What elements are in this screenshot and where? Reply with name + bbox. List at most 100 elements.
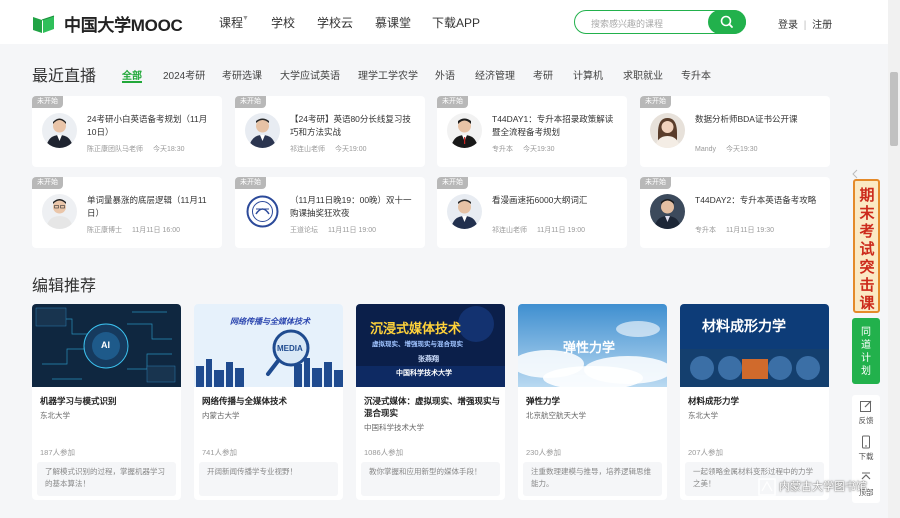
tab-science-engineering[interactable]: 理学工学农学 [358, 67, 418, 82]
login-link[interactable]: 登录 [778, 20, 798, 31]
register-link[interactable]: 注册 [812, 20, 832, 31]
cover-school: 中国科学技术大学 [396, 370, 452, 377]
course-school[interactable]: 内蒙古大学 [202, 410, 240, 421]
course-cover[interactable]: 材料成形力学 [680, 304, 829, 387]
live-time: 今天19:30 [726, 146, 758, 153]
course-school[interactable]: 中国科学技术大学 [364, 422, 424, 433]
course-cover[interactable]: AI [32, 304, 181, 387]
tab-2024-kaoyan[interactable]: 2024考研 [163, 67, 205, 82]
live-title[interactable]: （11月11日晚19：00晚）双十一购课抽奖狂欢夜 [290, 194, 418, 220]
live-meta: 专升本 今天19:30 [492, 144, 555, 154]
live-meta: 陈正康博士 11月11日 16:00 [87, 225, 180, 235]
cover-title: 材料成形力学 [702, 318, 786, 334]
nav-download-app[interactable]: 下载APP [432, 14, 480, 31]
exam-promo-banner[interactable]: 期末考试突击课 [853, 179, 880, 313]
course-card[interactable]: 沉浸式媒体技术 虚拟现实、增强现实与混合现实 张燕翔 中国科学技术大学 沉浸式媒… [356, 304, 505, 500]
live-card[interactable]: 未开始 数据分析师BDA证书公开课 Mandy 今天19:30 [640, 96, 830, 167]
live-title[interactable]: 单词量暴涨的底层逻辑（11月11日） [87, 194, 215, 220]
course-enrollment: 230人参加 [526, 448, 562, 457]
status-badge: 未开始 [640, 96, 671, 108]
tab-kaoyan-course[interactable]: 考研选课 [222, 67, 262, 82]
nav-schools[interactable]: 学校 [271, 14, 295, 31]
course-school[interactable]: 东北大学 [688, 410, 718, 421]
course-title[interactable]: 机器学习与模式识别 [40, 395, 176, 407]
collapse-arrow-icon[interactable] [852, 166, 858, 179]
course-cover[interactable]: 弹性力学 [518, 304, 667, 387]
chevron-down-icon[interactable]: ▼ [242, 15, 249, 22]
tab-all[interactable]: 全部 [122, 67, 142, 82]
live-author: 王道论坛 [290, 227, 318, 234]
live-title[interactable]: 24考研小白英语备考规划（11月10日） [87, 113, 215, 139]
live-title[interactable]: 数据分析师BDA证书公开课 [695, 113, 823, 126]
live-author: 祁连山老师 [290, 146, 325, 153]
scrollbar-thumb[interactable] [890, 72, 898, 146]
live-card[interactable]: 未开始 （11月11日晚19：00晚）双十一购课抽奖狂欢夜 王道论坛 11月11日… [235, 177, 425, 248]
avatar [650, 194, 685, 229]
tab-economics[interactable]: 经济管理 [475, 67, 515, 82]
live-card[interactable]: 未开始 【24考研】英语80分长线复习技巧和方法实战 祁连山老师 今天19:00 [235, 96, 425, 167]
live-author: 祁连山老师 [492, 227, 527, 234]
course-title[interactable]: 材料成形力学 [688, 395, 824, 407]
avatar [42, 113, 77, 148]
course-title[interactable]: 沉浸式媒体：虚拟现实、增强现实与混合现实 [364, 395, 500, 419]
course-school[interactable]: 东北大学 [40, 410, 70, 421]
live-card[interactable]: 未开始 T44DAY2：专升本英语备考攻略 专升本 11月11日 19:30 [640, 177, 830, 248]
live-meta: 专升本 11月11日 19:30 [695, 225, 774, 235]
course-cover[interactable]: 沉浸式媒体技术 虚拟现实、增强现实与混合现实 张燕翔 中国科学技术大学 [356, 304, 505, 387]
status-badge: 未开始 [437, 177, 468, 189]
live-card[interactable]: 未开始 24考研小白英语备考规划（11月10日） 陈正康团队马老师 今天18:30 [32, 96, 222, 167]
course-card[interactable]: AI 机器学习与模式识别 东北大学 187人参加 了解模式识别的过程，掌握机器学… [32, 304, 181, 500]
live-time: 今天18:30 [153, 146, 185, 153]
search-box[interactable]: 搜索感兴趣的课程 [574, 10, 746, 34]
feedback-button[interactable]: 反馈 [852, 399, 880, 426]
live-meta: 陈正康团队马老师 今天18:30 [87, 144, 185, 154]
search-button[interactable] [708, 10, 746, 34]
nav-mooc-class[interactable]: 慕课堂 [375, 14, 411, 31]
tab-foreign-language[interactable]: 外语 [435, 67, 455, 82]
course-card[interactable]: 网络传播与全媒体技术 MEDIA 网络传播与全媒体技术 内蒙古大学 741人参加… [194, 304, 343, 500]
course-enrollment: 741人参加 [202, 448, 238, 457]
nav-courses[interactable]: 课程 [219, 14, 243, 31]
status-badge: 未开始 [640, 177, 671, 189]
plan-text: 同道计划 [861, 327, 871, 377]
active-tab-indicator [122, 81, 142, 83]
course-title[interactable]: 网络传播与全媒体技术 [202, 395, 338, 407]
live-meta: Mandy 今天19:30 [695, 144, 758, 154]
phone-icon [862, 435, 870, 449]
cover-title: 沉浸式媒体技术 [370, 321, 462, 336]
course-card[interactable]: 弹性力学 弹性力学 北京航空航天大学 230人参加 注重数理建模与推导，培养逻辑… [518, 304, 667, 500]
live-title[interactable]: T44DAY2：专升本英语备考攻略 [695, 194, 823, 207]
library-logo-icon [758, 478, 776, 496]
live-title[interactable]: T44DAY1：专升本招录政策解读暨全流程备考规划 [492, 113, 620, 139]
live-meta: 祁连山老师 11月11日 19:00 [492, 225, 585, 235]
tab-computer[interactable]: 计算机 [573, 67, 603, 82]
tongdao-plan-button[interactable]: 同道计划 [852, 318, 880, 384]
course-cover[interactable]: 网络传播与全媒体技术 MEDIA [194, 304, 343, 387]
tab-kaoyan[interactable]: 考研 [533, 67, 553, 82]
tab-college-english[interactable]: 大学应试英语 [280, 67, 340, 82]
search-input[interactable]: 搜索感兴趣的课程 [591, 17, 663, 30]
tab-upgrade[interactable]: 专升本 [681, 67, 711, 82]
auth-links: 登录 | 注册 [778, 16, 832, 31]
course-card[interactable]: 材料成形力学 材料成形力学 东北大学 207人参加 一起领略金属材料变形过程中的… [680, 304, 829, 500]
live-title[interactable]: 【24考研】英语80分长线复习技巧和方法实战 [290, 113, 418, 139]
avatar [447, 194, 482, 229]
download-button[interactable]: 下载 [852, 435, 880, 462]
live-section-title: 最近直播 [32, 68, 97, 85]
site-logo[interactable]: 中国大学MOOC [32, 11, 183, 36]
cover-author: 张燕翔 [418, 356, 439, 363]
status-badge: 未开始 [437, 96, 468, 108]
course-title[interactable]: 弹性力学 [526, 395, 662, 407]
live-meta: 王道论坛 11月11日 19:00 [290, 225, 376, 235]
live-meta: 祁连山老师 今天19:00 [290, 144, 367, 154]
tab-career[interactable]: 求职就业 [623, 67, 663, 82]
course-school[interactable]: 北京航空航天大学 [526, 410, 586, 421]
live-card[interactable]: 未开始 看漫画速拓6000大纲词汇 祁连山老师 11月11日 19:00 [437, 177, 627, 248]
nav-school-cloud[interactable]: 学校云 [317, 14, 353, 31]
live-card[interactable]: 未开始 单词量暴涨的底层逻辑（11月11日） 陈正康博士 11月11日 16:00 [32, 177, 222, 248]
live-title[interactable]: 看漫画速拓6000大纲词汇 [492, 194, 620, 207]
cover-label: AI [101, 340, 110, 350]
live-card[interactable]: 未开始 T44DAY1：专升本招录政策解读暨全流程备考规划 专升本 今天19:30 [437, 96, 627, 167]
search-icon [720, 15, 733, 28]
live-time: 今天19:30 [523, 146, 555, 153]
